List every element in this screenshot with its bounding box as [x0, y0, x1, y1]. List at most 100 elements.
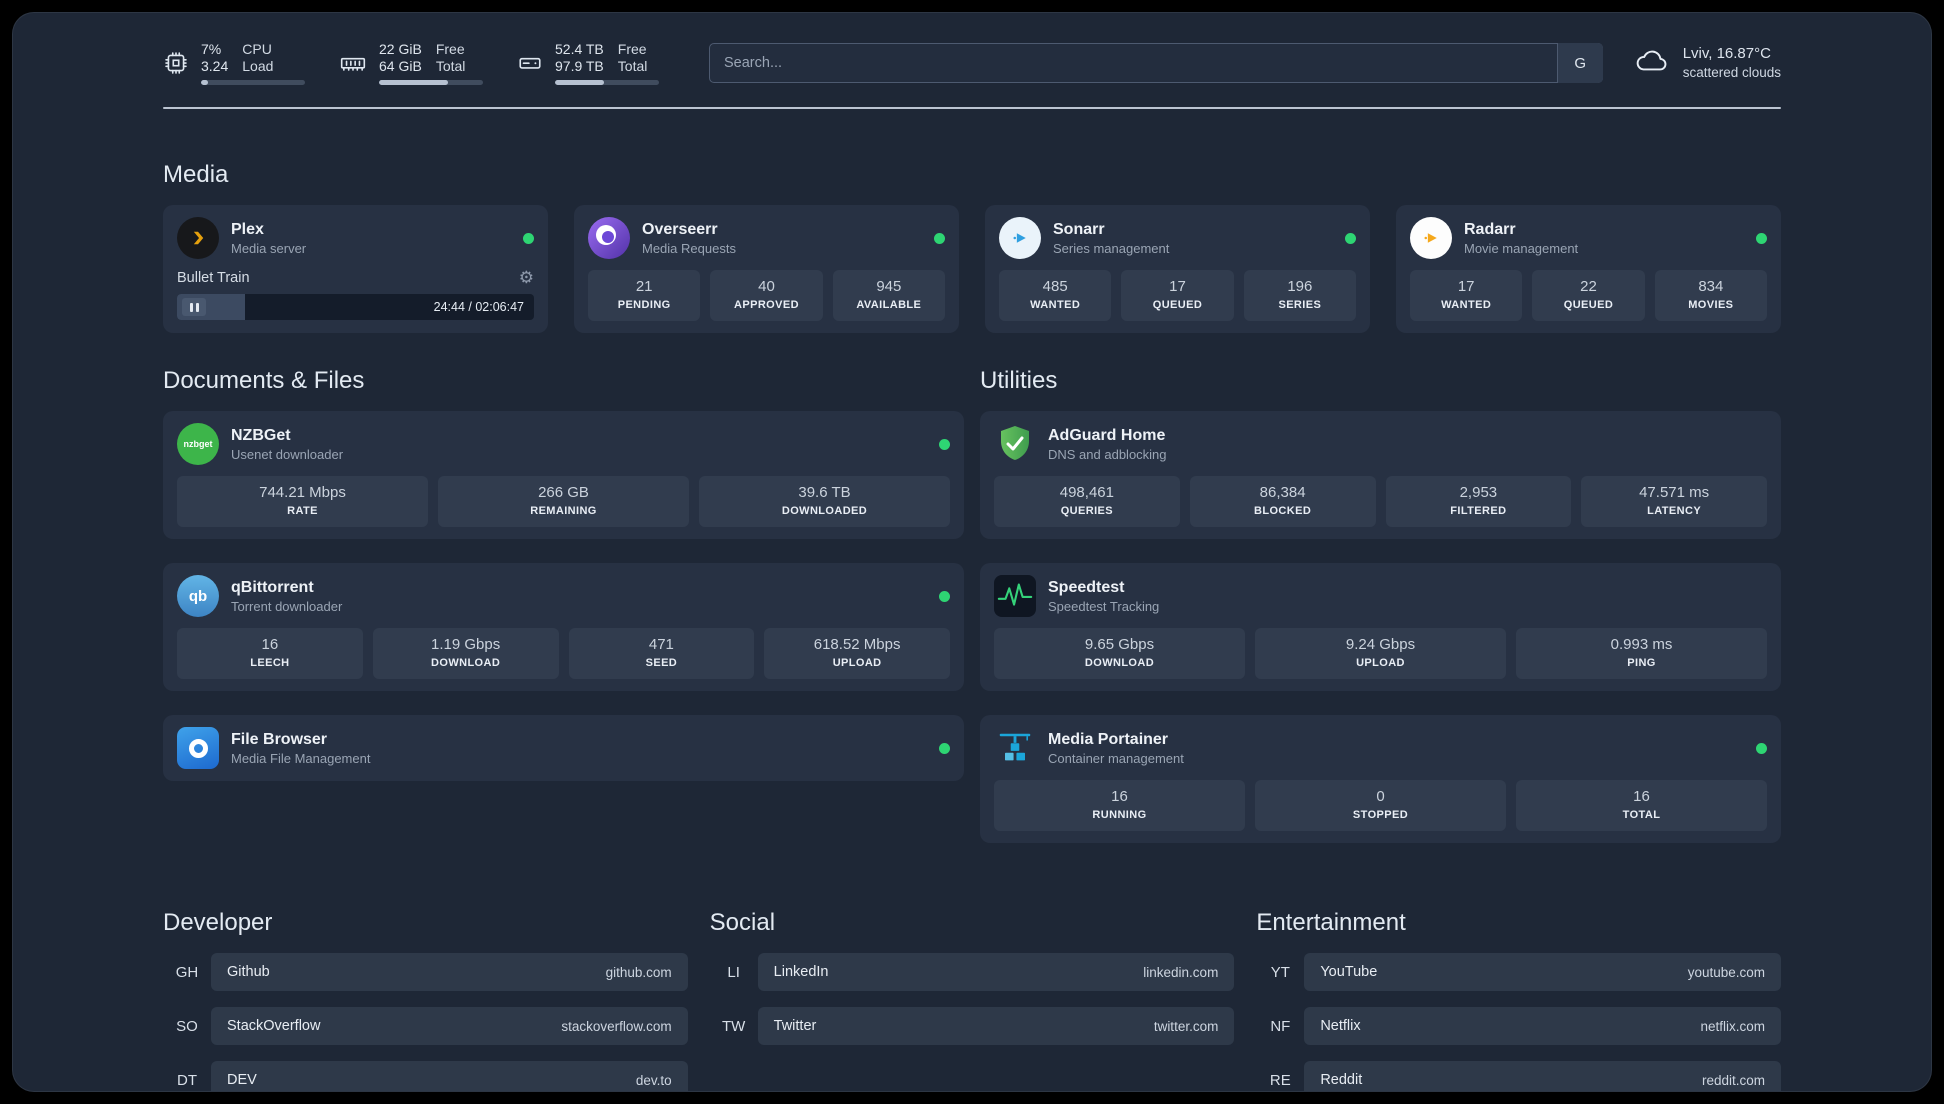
bookmark-reddit[interactable]: RE Reddit reddit.com — [1256, 1061, 1781, 1091]
top-bar: 7% 3.24 CPU Load 22 GiB 64 GiB Free Tota… — [163, 13, 1781, 85]
now-playing-title: Bullet Train — [177, 269, 250, 286]
bookmark-abbr: GH — [175, 963, 199, 981]
cloud-icon — [1633, 47, 1671, 80]
service-desc: DNS and adblocking — [1048, 446, 1167, 462]
bookmark-url: netflix.com — [1700, 1018, 1765, 1034]
stat-tile: 17 QUEUED — [1121, 270, 1234, 321]
utilities-column: Utilities AdGuard Home DNS and adblockin… — [980, 367, 1781, 867]
stat-tile: 945 AVAILABLE — [832, 270, 945, 321]
memory-icon — [339, 50, 367, 76]
stat-tile: 21 PENDING — [588, 270, 701, 321]
service-name: Speedtest — [1048, 578, 1125, 596]
memory-usage-bar — [379, 80, 483, 85]
bookmark-dev[interactable]: DT DEV dev.to — [163, 1061, 688, 1091]
adguard-icon — [994, 423, 1036, 465]
stat-tile: 16 RUNNING — [994, 780, 1245, 831]
status-dot — [1756, 232, 1767, 244]
service-card-overseerr[interactable]: Overseerr Media Requests 21 PENDING 40 APP… — [574, 205, 959, 333]
stat-tile: 834 MOVIES — [1654, 270, 1767, 321]
stat-tile: 9.24 Gbps UPLOAD — [1255, 628, 1506, 679]
bookmark-name: LinkedIn — [773, 964, 829, 980]
service-name: Radarr — [1464, 220, 1516, 238]
bookmark-name: Reddit — [1320, 1072, 1363, 1088]
bookmark-youtube[interactable]: YT YouTube youtube.com — [1256, 953, 1781, 991]
service-desc: Usenet downloader — [231, 446, 344, 462]
weather-condition: scattered clouds — [1682, 65, 1781, 80]
service-card-qbittorrent[interactable]: qb qBittorrent Torrent downloader 16 LEEC… — [163, 563, 964, 691]
service-card-radarr[interactable]: Radarr Movie management 17 WANTED 22 QUEUE… — [1396, 205, 1781, 333]
bookmark-url: github.com — [605, 964, 672, 980]
sonarr-icon — [999, 217, 1041, 259]
status-dot — [939, 590, 950, 602]
documents-column: Documents & Files nzbget NZBGet Usenet d… — [163, 367, 964, 805]
weather-widget[interactable]: Lviv, 16.87°C scattered clouds — [1633, 44, 1781, 82]
service-card-adguard[interactable]: AdGuard Home DNS and adblocking 498,461 Q… — [980, 411, 1781, 539]
stat-tile: 9.65 Gbps DOWNLOAD — [994, 628, 1245, 679]
service-desc: Movie management — [1464, 240, 1579, 256]
disk-usage-bar — [555, 80, 659, 85]
bookmarks-entertainment: Entertainment YT YouTube youtube.com NF … — [1256, 909, 1781, 1091]
dashboard: 7% 3.24 CPU Load 22 GiB 64 GiB Free Tota… — [12, 12, 1932, 1092]
cpu-load-label: Load — [242, 58, 274, 74]
stat-tile: 47.571 ms LATENCY — [1581, 476, 1767, 527]
cpu-load: 3.24 — [201, 58, 229, 74]
service-card-filebrowser[interactable]: File Browser Media File Management — [163, 715, 964, 781]
bookmark-name: YouTube — [1320, 964, 1378, 980]
status-dot — [934, 232, 945, 244]
section-heading-developer: Developer — [163, 909, 273, 936]
stat-tile: 498,461 QUERIES — [994, 476, 1180, 527]
search-input[interactable] — [709, 43, 1603, 83]
cpu-widget: 7% 3.24 CPU Load — [163, 41, 305, 85]
service-card-sonarr[interactable]: Sonarr Series management 485 WANTED 17 QUE… — [985, 205, 1370, 333]
portainer-icon — [994, 727, 1036, 769]
radarr-icon — [1410, 217, 1452, 259]
bookmarks-developer: Developer GH Github github.com SO StackO… — [163, 909, 688, 1091]
middle-columns: Documents & Files nzbget NZBGet Usenet d… — [163, 367, 1781, 867]
search-provider-button[interactable]: G — [1556, 43, 1603, 83]
service-desc: Media Requests — [642, 240, 736, 256]
cpu-icon — [163, 50, 189, 76]
status-dot — [1345, 232, 1356, 244]
service-name: Plex — [231, 220, 264, 238]
disk-total-label: Total — [617, 58, 648, 74]
memory-total: 64 GiB — [379, 58, 422, 74]
bookmark-name: Twitter — [773, 1018, 817, 1034]
service-name: Media Portainer — [1048, 730, 1169, 748]
bookmark-linkedin[interactable]: LI LinkedIn linkedin.com — [710, 953, 1235, 991]
service-desc: Media server — [231, 240, 307, 256]
stat-tile: 16 LEECH — [177, 628, 363, 679]
bookmark-stackoverflow[interactable]: SO StackOverflow stackoverflow.com — [163, 1007, 688, 1045]
bookmark-netflix[interactable]: NF Netflix netflix.com — [1256, 1007, 1781, 1045]
section-heading-social: Social — [709, 909, 776, 936]
pause-button[interactable] — [182, 298, 206, 316]
service-card-nzbget[interactable]: nzbget NZBGet Usenet downloader 744.21 M… — [163, 411, 964, 539]
section-heading-entertainment: Entertainment — [1256, 909, 1406, 936]
section-heading-utilities: Utilities — [980, 367, 1058, 394]
plex-icon — [177, 217, 219, 259]
bookmark-github[interactable]: GH Github github.com — [163, 953, 688, 991]
service-desc: Container management — [1048, 750, 1184, 766]
cpu-label: CPU — [242, 41, 272, 57]
stat-tile: 86,384 BLOCKED — [1189, 476, 1376, 527]
stat-tile: 0.993 ms PING — [1516, 628, 1767, 679]
settings-icon[interactable]: ⚙ — [519, 269, 534, 286]
disk-free: 52.4 TB — [555, 41, 604, 57]
media-progress-bar[interactable]: 24:44 / 02:06:47 — [177, 294, 534, 320]
disk-free-label: Free — [617, 41, 647, 57]
bookmark-twitter[interactable]: TW Twitter twitter.com — [710, 1007, 1235, 1045]
service-card-plex[interactable]: Plex Media server Bullet Train ⚙ 24:44 /… — [163, 205, 548, 333]
service-desc: Media File Management — [231, 750, 371, 766]
cpu-percent: 7% — [201, 41, 222, 57]
service-card-speedtest[interactable]: Speedtest Speedtest Tracking 9.65 Gbps DO… — [980, 563, 1781, 691]
service-card-portainer[interactable]: Media Portainer Container management 16 R… — [980, 715, 1781, 843]
memory-widget: 22 GiB 64 GiB Free Total — [339, 41, 483, 85]
cpu-usage-bar — [201, 80, 305, 85]
disk-total: 97.9 TB — [555, 58, 604, 74]
service-name: qBittorrent — [231, 578, 314, 596]
disk-icon — [517, 50, 543, 76]
bookmark-abbr: RE — [1269, 1071, 1291, 1089]
stat-tile: 0 STOPPED — [1255, 780, 1506, 831]
stat-tile: 40 APPROVED — [710, 270, 823, 321]
overseerr-icon — [588, 217, 630, 259]
stat-tile: 744.21 Mbps RATE — [177, 476, 428, 527]
